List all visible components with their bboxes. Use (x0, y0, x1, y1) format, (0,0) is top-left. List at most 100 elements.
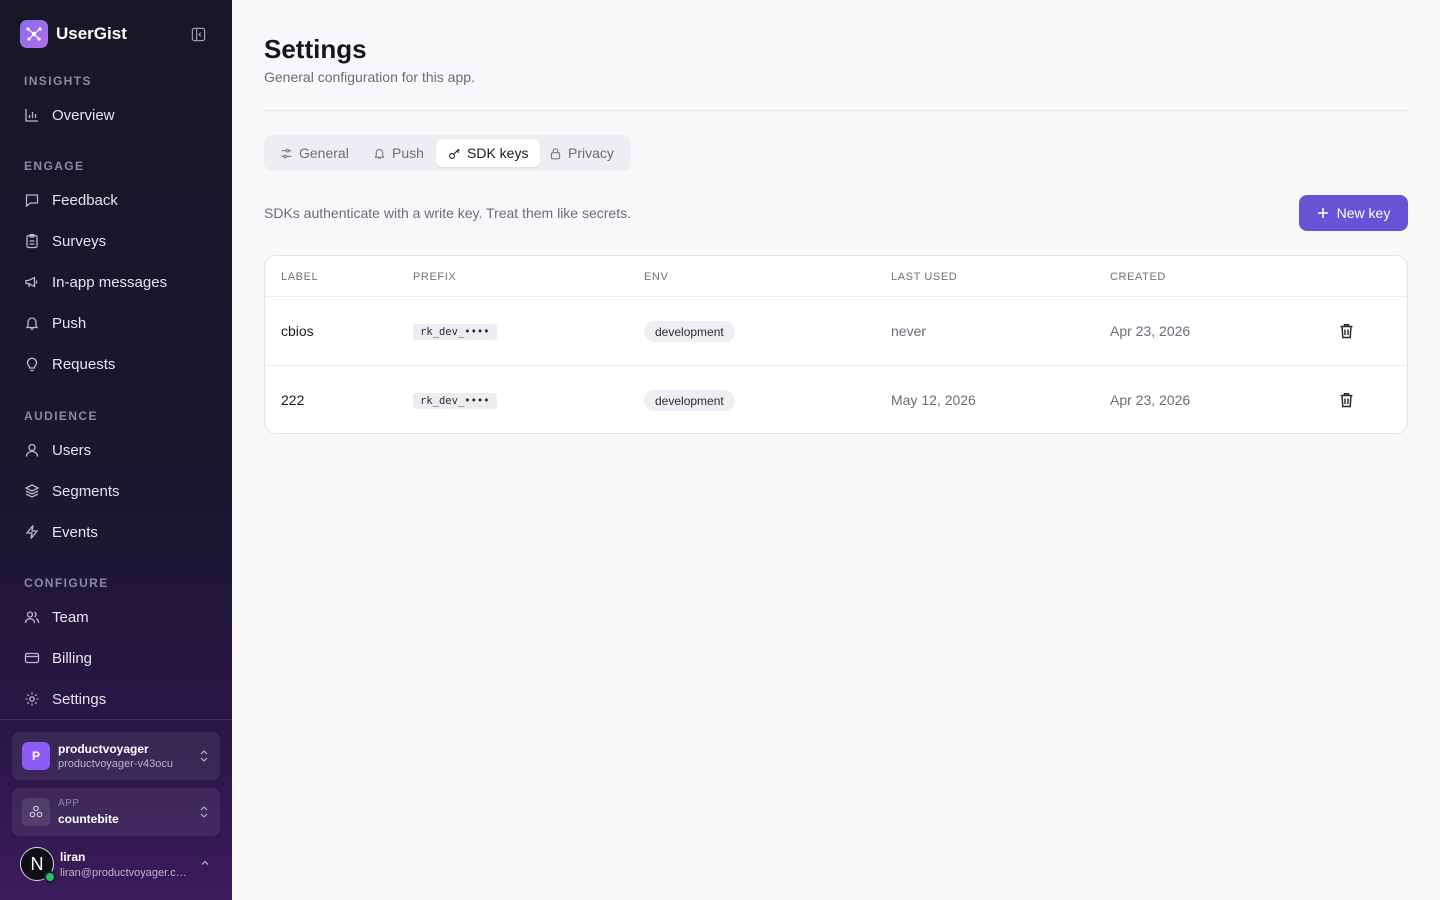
org-slug: productvoyager-v43ocu (58, 758, 173, 770)
sidebar-item-label: Settings (52, 690, 107, 708)
tab-label: Push (392, 145, 424, 161)
sdk-keys-description: SDKs authenticate with a write key. Trea… (264, 205, 632, 221)
user-name: liran (60, 849, 86, 864)
users-icon (24, 609, 40, 625)
key-icon (449, 148, 460, 159)
tab-general[interactable]: General (268, 139, 361, 167)
bar-chart-icon (24, 107, 40, 123)
table-row: 222 rk_dev_•••• development May 12, 2026… (265, 366, 1407, 433)
sidebar-item-requests[interactable]: Requests (12, 347, 220, 381)
user-email: liran@productvoyager.co... (60, 866, 190, 879)
section-label-audience: AUDIENCE (24, 409, 98, 423)
bell-icon (374, 148, 385, 159)
delete-key-button[interactable] (1337, 391, 1355, 409)
trash-icon (1340, 393, 1352, 408)
new-key-button[interactable]: New key (1299, 195, 1408, 231)
app-switcher[interactable]: APP countebite (12, 788, 220, 836)
clipboard-icon (24, 233, 40, 249)
lightbulb-icon (24, 356, 40, 372)
brand-name: UserGist (56, 24, 127, 43)
sidebar-item-label: Overview (52, 106, 115, 124)
sidebar-item-label: Billing (52, 649, 93, 667)
plus-icon (1317, 208, 1328, 218)
app-icon (22, 798, 50, 826)
layers-icon (24, 483, 40, 499)
key-label: 222 (281, 392, 305, 408)
sdk-keys-table: LABEL PREFIX ENV LAST USED CREATED cbios… (264, 255, 1408, 434)
last-used: May 12, 2026 (891, 392, 976, 408)
app-caption: APP (58, 798, 80, 809)
sidebar-item-label: Surveys (52, 232, 107, 250)
chevrons-up-down-icon (200, 806, 208, 818)
table-row: cbios rk_dev_•••• development never Apr … (265, 297, 1407, 366)
sidebar-item-surveys[interactable]: Surveys (12, 224, 220, 258)
sidebar-item-segments[interactable]: Segments (12, 474, 220, 508)
trash-icon (1340, 324, 1352, 339)
sidebar-collapse-icon[interactable] (188, 24, 208, 44)
env-badge: development (644, 321, 735, 342)
column-header-last-used: LAST USED (891, 271, 958, 283)
org-name: productvoyager (58, 742, 149, 756)
created-date: Apr 23, 2026 (1110, 323, 1191, 339)
lock-icon (550, 147, 561, 159)
sidebar-item-label: Feedback (52, 191, 118, 209)
env-badge: development (644, 390, 735, 411)
sliders-icon (281, 148, 292, 158)
zap-icon (24, 524, 40, 540)
user-menu[interactable]: N liran liran@productvoyager.co... (20, 844, 220, 884)
credit-card-icon (24, 650, 40, 666)
key-prefix: rk_dev_•••• (413, 324, 497, 340)
message-square-icon (24, 192, 40, 208)
section-label-engage: ENGAGE (24, 159, 85, 173)
tab-privacy[interactable]: Privacy (537, 139, 626, 167)
sidebar-item-label: Users (52, 441, 92, 459)
sidebar-item-users[interactable]: Users (12, 433, 220, 467)
avatar: N (20, 847, 56, 883)
delete-key-button[interactable] (1337, 322, 1355, 340)
tab-label: General (299, 145, 349, 161)
page-subtitle: General configuration for this app. (264, 69, 475, 85)
bell-icon (24, 315, 40, 331)
sidebar-item-label: Requests (52, 355, 116, 373)
sidebar-item-billing[interactable]: Billing (12, 641, 220, 675)
sidebar-item-label: Events (52, 523, 98, 541)
section-label-insights: INSIGHTS (24, 74, 92, 88)
avatar-initial: N (30, 853, 44, 874)
chevrons-up-down-icon (200, 750, 208, 762)
new-key-label: New key (1336, 205, 1391, 221)
column-header-label: LABEL (281, 271, 319, 283)
app-name: countebite (58, 812, 119, 826)
sidebar-item-label: Team (52, 608, 89, 626)
sidebar-item-label: Segments (52, 482, 120, 500)
sidebar-item-in-app-messages[interactable]: In-app messages (12, 265, 220, 299)
section-label-configure: CONFIGURE (24, 576, 109, 590)
sidebar-item-team[interactable]: Team (12, 600, 220, 634)
page-title: Settings (264, 34, 367, 64)
header-divider (264, 110, 1408, 111)
chevron-up-icon (201, 860, 209, 865)
brand[interactable]: UserGist (20, 20, 127, 48)
column-header-prefix: PREFIX (413, 271, 457, 283)
tab-push[interactable]: Push (361, 139, 436, 167)
sidebar-item-feedback[interactable]: Feedback (12, 183, 220, 217)
sidebar-item-events[interactable]: Events (12, 515, 220, 549)
tab-sdk-keys[interactable]: SDK keys (436, 139, 541, 167)
megaphone-icon (24, 274, 40, 290)
sidebar-divider (0, 719, 232, 720)
key-prefix: rk_dev_•••• (413, 393, 497, 409)
sidebar-item-settings[interactable]: Settings (12, 682, 220, 716)
org-avatar: P (22, 742, 50, 770)
main-content: Settings General configuration for this … (232, 0, 1440, 900)
org-switcher[interactable]: P productvoyager productvoyager-v43ocu (12, 732, 220, 780)
key-label: cbios (281, 323, 314, 339)
sidebar-item-label: Push (52, 314, 87, 332)
sidebar-item-overview[interactable]: Overview (12, 98, 220, 132)
gear-icon (24, 691, 40, 707)
created-date: Apr 23, 2026 (1110, 392, 1191, 408)
tab-label: SDK keys (467, 145, 529, 161)
brand-logo-icon (20, 20, 48, 48)
user-icon (24, 442, 40, 458)
sidebar-item-label: In-app messages (52, 273, 168, 291)
sidebar-item-push[interactable]: Push (12, 306, 220, 340)
tab-label: Privacy (568, 145, 614, 161)
